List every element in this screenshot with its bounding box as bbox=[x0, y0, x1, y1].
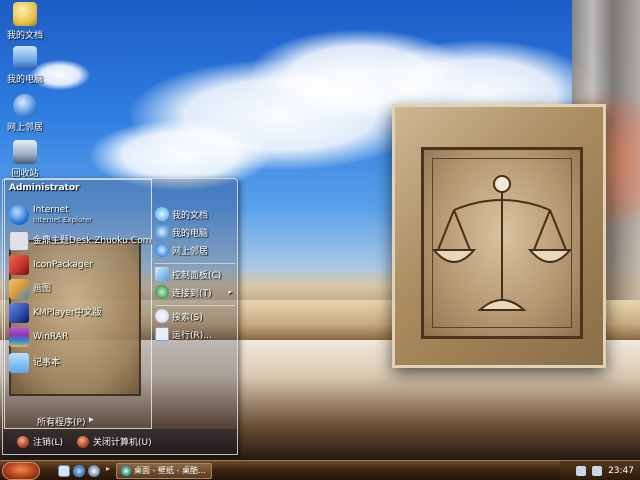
volume-icon[interactable] bbox=[592, 465, 603, 476]
browser-icon bbox=[121, 465, 131, 476]
start-item-sublabel: Internet Explorer bbox=[33, 216, 93, 224]
start-item-label: WinRAR bbox=[33, 332, 69, 342]
start-right-label: 连接到(T) bbox=[172, 288, 212, 299]
start-button[interactable] bbox=[2, 461, 40, 480]
internet-explorer-icon bbox=[9, 205, 29, 225]
shutdown-label: 关闭计算机(U) bbox=[93, 438, 152, 448]
run-icon bbox=[155, 327, 169, 341]
desktop-icon-label: 网上邻居 bbox=[6, 123, 43, 133]
start-item-label: 金鼎主题Desk.Zhuoku.Com bbox=[33, 236, 152, 246]
search-icon bbox=[155, 309, 169, 323]
start-right-my-documents[interactable]: 我的文档 bbox=[155, 207, 208, 221]
control-panel-icon bbox=[155, 267, 169, 281]
my-computer-icon bbox=[155, 225, 169, 239]
start-item-internet[interactable]: Internet Internet Explorer bbox=[9, 205, 92, 225]
start-menu-username: Administrator bbox=[9, 183, 80, 193]
quick-launch-expand-icon[interactable]: ▸ bbox=[106, 464, 112, 478]
desktop-icon-network[interactable]: 网上邻居 bbox=[2, 94, 48, 133]
desktop-icon-recycle-bin[interactable]: 回收站 bbox=[2, 140, 48, 179]
start-right-label: 控制面板(C) bbox=[172, 270, 222, 281]
network-icon bbox=[155, 243, 169, 257]
my-computer-icon bbox=[13, 46, 37, 70]
start-item-notepad[interactable]: 记事本 bbox=[9, 353, 60, 373]
start-right-label: 运行(R)... bbox=[172, 330, 212, 341]
start-item-iconpackager[interactable]: IconPackager bbox=[9, 255, 93, 275]
internet-explorer-icon[interactable] bbox=[73, 464, 85, 477]
start-right-control-panel[interactable]: 控制面板(C) bbox=[155, 267, 221, 281]
logoff-label: 注销(L) bbox=[33, 438, 64, 448]
media-player-icon[interactable] bbox=[88, 464, 100, 477]
start-item-label: 画图 bbox=[33, 284, 52, 294]
start-right-network[interactable]: 网上邻居 bbox=[155, 243, 208, 257]
paint-icon bbox=[9, 279, 29, 299]
clock[interactable]: 23:47 bbox=[608, 466, 634, 476]
taskbar-window-label: 桌面 - 壁纸 - 桌酷... bbox=[134, 466, 206, 475]
shutdown-icon bbox=[77, 435, 90, 448]
start-right-search[interactable]: 搜索(S) bbox=[155, 309, 203, 323]
arrow-right-icon: ▸ bbox=[228, 288, 233, 296]
iconpackager-icon bbox=[9, 255, 29, 275]
start-right-label: 我的文档 bbox=[172, 210, 209, 221]
taskbar-window-button[interactable]: 桌面 - 壁纸 - 桌酷... bbox=[116, 462, 212, 479]
desktop-icon-label: 我的文档 bbox=[6, 31, 43, 41]
theme-app-icon bbox=[9, 231, 29, 251]
recycle-bin-icon bbox=[13, 140, 37, 164]
start-item-winrar[interactable]: WinRAR bbox=[9, 327, 68, 347]
logoff-icon bbox=[17, 435, 29, 448]
start-right-run[interactable]: 运行(R)... bbox=[155, 327, 212, 341]
start-item-label: IconPackager bbox=[33, 260, 93, 270]
system-tray: 23:47 bbox=[560, 461, 640, 480]
my-documents-icon bbox=[13, 2, 37, 26]
connect-icon bbox=[155, 285, 169, 299]
start-right-label: 我的电脑 bbox=[172, 228, 209, 239]
network-icon bbox=[13, 94, 37, 118]
shutdown-button[interactable]: 关闭计算机(U) bbox=[77, 435, 152, 448]
kmplayer-icon bbox=[9, 303, 29, 323]
desktop-icon-my-computer[interactable]: 我的电脑 bbox=[2, 46, 48, 85]
network-tray-icon[interactable] bbox=[576, 465, 587, 476]
arrow-right-icon: ▸ bbox=[89, 415, 94, 425]
start-right-separator bbox=[155, 305, 235, 306]
start-right-label: 搜索(S) bbox=[172, 312, 203, 323]
logoff-button[interactable]: 注销(L) bbox=[17, 435, 63, 448]
start-item-label: 记事本 bbox=[33, 358, 61, 368]
start-right-label: 网上邻居 bbox=[172, 246, 209, 257]
start-right-separator bbox=[155, 263, 235, 264]
notepad-icon bbox=[9, 353, 29, 373]
start-item-label: Internet bbox=[33, 205, 69, 215]
desktop-icon-my-documents[interactable]: 我的文档 bbox=[2, 2, 48, 41]
desktop-icon-label: 我的电脑 bbox=[6, 75, 43, 85]
start-right-connect[interactable]: 连接到(T) ▸ bbox=[155, 285, 232, 299]
start-menu: Administrator Internet Internet Explorer… bbox=[2, 178, 238, 455]
taskbar: ▸ 桌面 - 壁纸 - 桌酷... 23:47 bbox=[0, 460, 640, 480]
winrar-icon bbox=[9, 327, 29, 347]
quick-launch bbox=[58, 464, 100, 477]
start-right-my-computer[interactable]: 我的电脑 bbox=[155, 225, 208, 239]
all-programs-button[interactable]: 所有程序(P) bbox=[37, 415, 85, 428]
show-desktop-icon[interactable] bbox=[58, 464, 70, 477]
my-documents-icon bbox=[155, 207, 169, 221]
libra-book-image bbox=[392, 104, 606, 368]
start-menu-bottom-bar: 注销(L) 关闭计算机(U) bbox=[3, 429, 237, 454]
start-item-theme[interactable]: 金鼎主题Desk.Zhuoku.Com bbox=[9, 231, 151, 251]
start-item-label: KMPlayer中文版 bbox=[33, 308, 102, 318]
start-item-kmplayer[interactable]: KMPlayer中文版 bbox=[9, 303, 102, 323]
start-item-paint[interactable]: 画图 bbox=[9, 279, 51, 299]
